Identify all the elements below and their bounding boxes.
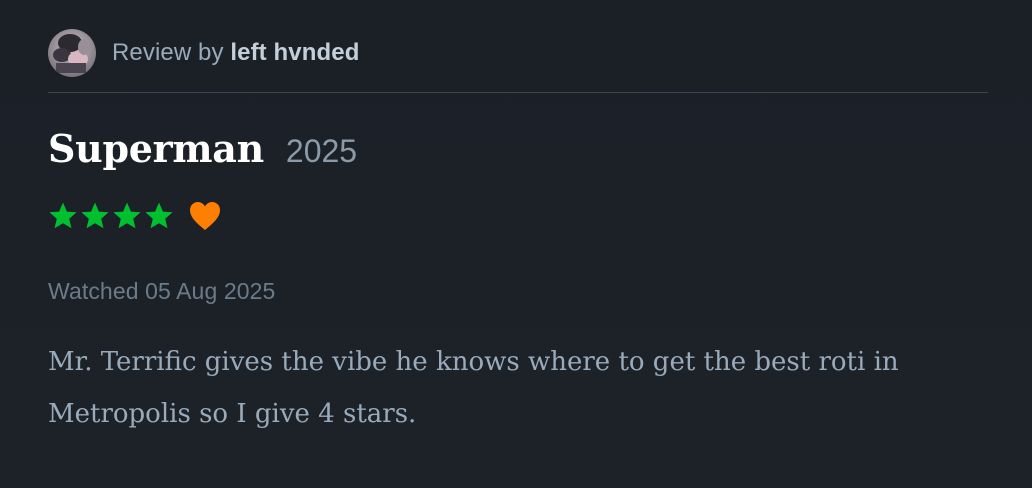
review-by-line: Review by left hvnded [112,39,359,67]
film-year[interactable]: 2025 [286,133,357,170]
star-icon [81,202,109,229]
avatar[interactable] [48,29,96,77]
rating-row [48,200,222,232]
divider [48,92,988,93]
username-link[interactable]: left hvnded [230,39,359,66]
star-icon [145,202,173,229]
film-title[interactable]: Superman [48,126,264,171]
review-header: Review by left hvnded [48,28,988,78]
review-by-prefix: Review by [112,39,231,66]
heart-icon [190,202,220,230]
review-card: Review by left hvnded Superman 2025 Watc… [48,0,988,488]
film-title-row: Superman 2025 [48,126,357,186]
star-rating [48,201,176,231]
watched-date: Watched 05 Aug 2025 [48,278,276,304]
star-icon [113,202,141,229]
star-icon [49,202,77,229]
review-text: Mr. Terrific gives the vibe he knows whe… [48,347,899,429]
user-avatar-icon [48,29,96,77]
